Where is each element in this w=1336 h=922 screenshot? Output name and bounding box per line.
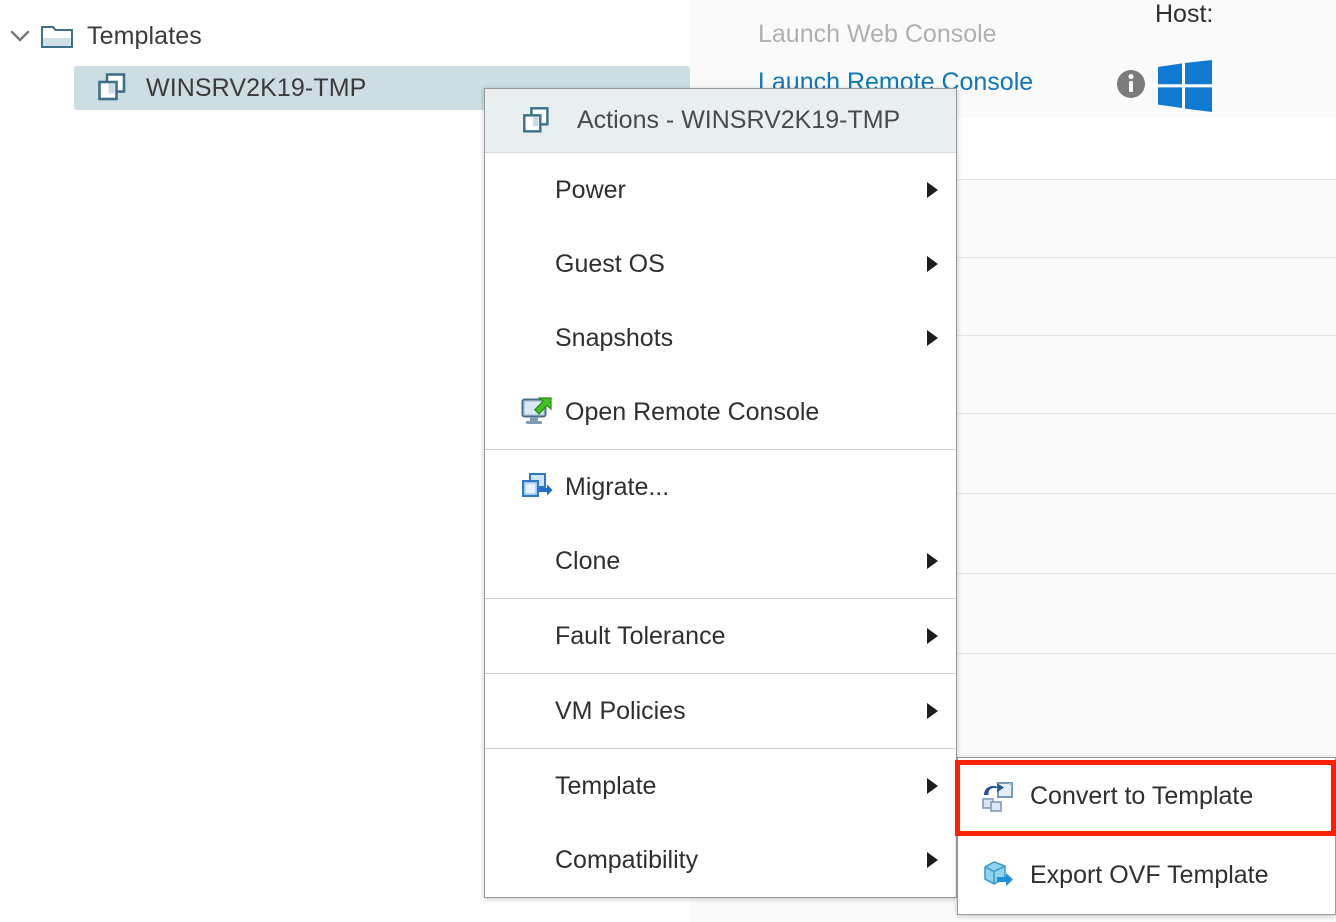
submenu-item-export-ovf-template[interactable]: Export OVF Template bbox=[958, 836, 1335, 914]
tree-item-templates[interactable]: Templates bbox=[0, 14, 202, 58]
menu-item-fault-tolerance-label: Fault Tolerance bbox=[555, 621, 726, 650]
migrate-icon bbox=[521, 472, 559, 502]
menu-item-template-label: Template bbox=[555, 771, 657, 800]
menu-item-snapshots-label: Snapshots bbox=[555, 323, 674, 352]
submenu-item-export-ovf-template-label: Export OVF Template bbox=[1030, 860, 1269, 889]
vm-template-icon bbox=[521, 105, 553, 137]
menu-item-migrate-label: Migrate... bbox=[565, 472, 670, 501]
submenu-item-convert-to-template[interactable]: Convert to Template bbox=[958, 758, 1335, 836]
context-menu-group: Fault Tolerance bbox=[485, 599, 956, 674]
menu-item-clone-label: Clone bbox=[555, 546, 621, 575]
menu-item-fault-tolerance[interactable]: Fault Tolerance bbox=[485, 599, 956, 673]
menu-item-migrate[interactable]: Migrate... bbox=[485, 450, 956, 524]
context-menu-group: Migrate... Clone bbox=[485, 450, 956, 599]
remote-console-icon bbox=[521, 397, 559, 427]
launch-web-console-link: Launch Web Console bbox=[758, 20, 997, 48]
context-menu-group: Power Guest OS Snapshots Open Remote Con… bbox=[485, 153, 956, 450]
menu-item-vm-policies-label: VM Policies bbox=[555, 696, 686, 725]
menu-item-open-remote-console-label: Open Remote Console bbox=[565, 397, 820, 426]
menu-item-vm-policies[interactable]: VM Policies bbox=[485, 674, 956, 748]
host-label: Host: bbox=[1155, 0, 1214, 28]
template-submenu: Convert to Template Export OVF Template bbox=[957, 757, 1336, 915]
menu-item-clone[interactable]: Clone bbox=[485, 524, 956, 598]
tree-item-templates-label: Templates bbox=[87, 21, 202, 50]
chevron-down-icon[interactable] bbox=[0, 23, 40, 49]
menu-item-snapshots[interactable]: Snapshots bbox=[485, 301, 956, 375]
chevron-right-icon bbox=[927, 778, 938, 794]
context-menu-group: Template Compatibility bbox=[485, 749, 956, 897]
info-icon[interactable] bbox=[1115, 68, 1147, 100]
screen-root: Templates WINSRV2K19-TMP Launch Web Cons… bbox=[0, 0, 1336, 922]
tree-item-winsrv2k19-tmp-label: WINSRV2K19-TMP bbox=[146, 73, 367, 102]
menu-item-power[interactable]: Power bbox=[485, 153, 956, 227]
menu-item-open-remote-console[interactable]: Open Remote Console bbox=[485, 375, 956, 449]
chevron-right-icon bbox=[927, 852, 938, 868]
chevron-right-icon bbox=[927, 182, 938, 198]
menu-item-compatibility[interactable]: Compatibility bbox=[485, 823, 956, 897]
chevron-right-icon bbox=[927, 256, 938, 272]
chevron-right-icon bbox=[927, 703, 938, 719]
export-ovf-icon bbox=[980, 859, 1014, 891]
menu-item-guest-os-label: Guest OS bbox=[555, 249, 665, 278]
menu-item-compatibility-label: Compatibility bbox=[555, 845, 699, 874]
chevron-right-icon bbox=[927, 330, 938, 346]
convert-to-template-icon bbox=[980, 781, 1014, 813]
windows-logo-icon bbox=[1158, 60, 1212, 112]
chevron-right-icon bbox=[927, 628, 938, 644]
chevron-right-icon bbox=[927, 553, 938, 569]
context-menu: Actions - WINSRV2K19-TMP Power Guest OS … bbox=[484, 88, 957, 898]
context-menu-title: Actions - WINSRV2K19-TMP bbox=[577, 106, 901, 134]
folder-icon bbox=[40, 22, 74, 50]
menu-item-template[interactable]: Template bbox=[485, 749, 956, 823]
menu-item-power-label: Power bbox=[555, 175, 626, 204]
menu-item-guest-os[interactable]: Guest OS bbox=[485, 227, 956, 301]
context-menu-header: Actions - WINSRV2K19-TMP bbox=[485, 89, 956, 153]
submenu-item-convert-to-template-label: Convert to Template bbox=[1030, 782, 1254, 810]
vm-template-icon bbox=[96, 71, 130, 105]
context-menu-group: VM Policies bbox=[485, 674, 956, 749]
